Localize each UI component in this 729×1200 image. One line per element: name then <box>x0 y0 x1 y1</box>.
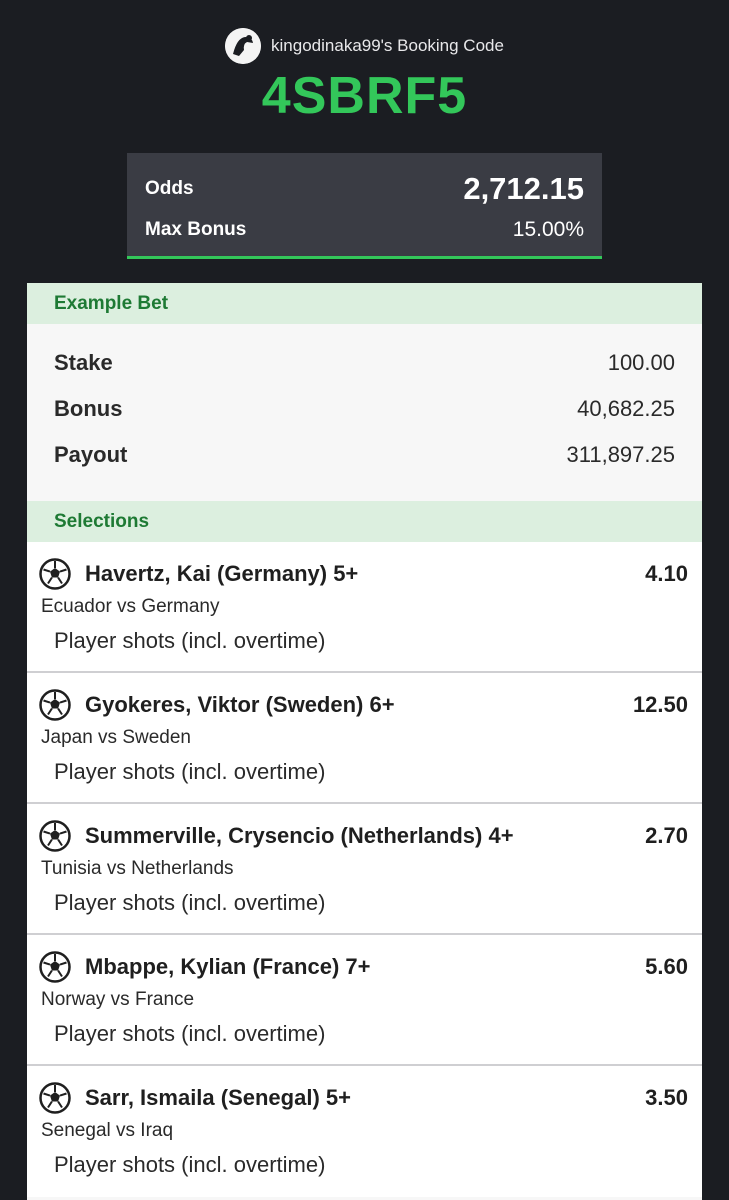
soccer-ball-icon <box>39 689 71 721</box>
example-bet-header: Example Bet <box>27 283 702 324</box>
stake-label: Stake <box>54 350 113 375</box>
example-bet-section: Stake 100.00 Bonus 40,682.25 Payout 311,… <box>27 324 702 501</box>
booking-header: kingodinaka99's Booking Code 4SBRF5 <box>0 0 729 150</box>
max-bonus-label: Max Bonus <box>145 219 247 240</box>
selection-match: Tunisia vs Netherlands <box>41 858 234 879</box>
selection-match: Senegal vs Iraq <box>41 1120 174 1141</box>
odds-label: Odds <box>145 178 194 199</box>
bonus-row: Bonus 40,682.25 <box>54 386 675 432</box>
selection-odds: 5.60 <box>645 954 688 979</box>
soccer-ball-icon <box>39 820 71 852</box>
selection-player: Summerville, Crysencio (Netherlands) 4+ <box>85 823 514 848</box>
odds-value: 2,712.15 <box>463 171 584 206</box>
odds-row: Odds 2,712.15 <box>145 167 584 211</box>
user-avatar-icon[interactable] <box>225 28 262 64</box>
selection-odds: 2.70 <box>645 823 688 848</box>
stake-value: 100.00 <box>607 350 675 375</box>
selection-item[interactable]: Gyokeres, Viktor (Sweden) 6+ 12.50 Japan… <box>27 673 702 804</box>
bonus-value: 40,682.25 <box>577 396 675 421</box>
odds-summary-box: Odds 2,712.15 Max Bonus 15.00% <box>127 153 602 259</box>
payout-value: 311,897.25 <box>566 442 675 467</box>
selection-odds: 4.10 <box>645 561 688 586</box>
booking-code[interactable]: 4SBRF5 <box>262 66 467 126</box>
soccer-ball-icon <box>39 1082 71 1114</box>
selection-odds: 12.50 <box>632 692 688 717</box>
selection-market: Player shots (incl. overtime) <box>54 890 326 915</box>
selection-match: Ecuador vs Germany <box>41 596 220 617</box>
selection-player: Havertz, Kai (Germany) 5+ <box>85 561 359 586</box>
selection-match: Norway vs France <box>41 989 195 1010</box>
selection-player: Sarr, Ismaila (Senegal) 5+ <box>85 1085 351 1110</box>
booking-code-page: kingodinaka99's Booking Code 4SBRF5 Odds… <box>0 0 729 1200</box>
selection-market: Player shots (incl. overtime) <box>54 759 326 784</box>
selection-market: Player shots (incl. overtime) <box>54 628 326 653</box>
bet-card: Example Bet Stake 100.00 Bonus 40,682.25… <box>27 283 702 1200</box>
selections-list: Havertz, Kai (Germany) 5+ 4.10 Ecuador v… <box>27 542 702 1197</box>
owner-label: kingodinaka99's Booking Code <box>271 36 504 55</box>
selection-item[interactable]: Sarr, Ismaila (Senegal) 5+ 3.50 Senegal … <box>27 1066 702 1197</box>
selection-market: Player shots (incl. overtime) <box>54 1152 326 1177</box>
selection-item[interactable]: Havertz, Kai (Germany) 5+ 4.10 Ecuador v… <box>27 542 702 673</box>
stake-row: Stake 100.00 <box>54 340 675 386</box>
selections-header: Selections <box>27 501 702 542</box>
selection-odds: 3.50 <box>645 1085 688 1110</box>
selection-item[interactable]: Summerville, Crysencio (Netherlands) 4+ … <box>27 804 702 935</box>
max-bonus-row: Max Bonus 15.00% <box>145 211 584 249</box>
payout-row: Payout 311,897.25 <box>54 432 675 478</box>
bonus-label: Bonus <box>54 396 123 421</box>
payout-label: Payout <box>54 442 128 467</box>
selection-player: Gyokeres, Viktor (Sweden) 6+ <box>85 692 395 717</box>
soccer-ball-icon <box>39 951 71 983</box>
max-bonus-value: 15.00% <box>512 218 584 241</box>
soccer-ball-icon <box>39 558 71 590</box>
selection-player: Mbappe, Kylian (France) 7+ <box>85 954 371 979</box>
selection-market: Player shots (incl. overtime) <box>54 1021 326 1046</box>
selection-match: Japan vs Sweden <box>41 727 191 748</box>
owner-row: kingodinaka99's Booking Code <box>225 28 504 64</box>
selection-item[interactable]: Mbappe, Kylian (France) 7+ 5.60 Norway v… <box>27 935 702 1066</box>
